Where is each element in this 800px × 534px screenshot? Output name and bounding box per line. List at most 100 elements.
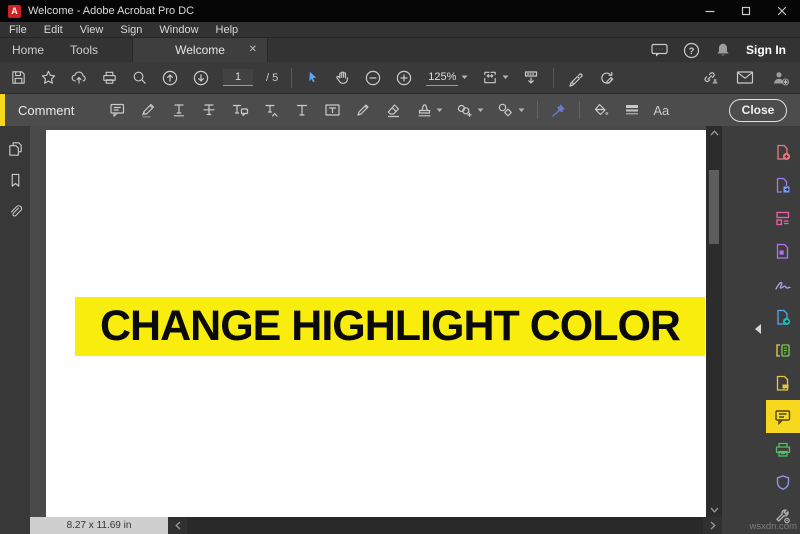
page-scrolling-icon[interactable] xyxy=(522,69,540,87)
attachment-dropdown[interactable] xyxy=(455,101,484,119)
left-navigation-rail xyxy=(0,126,30,534)
horizontal-scroll-track[interactable] xyxy=(187,517,703,534)
tab-home[interactable]: Home xyxy=(12,43,44,57)
vertical-scrollbar[interactable] xyxy=(706,126,722,517)
page-count-label: / 5 xyxy=(266,72,278,84)
fill-sign-pen-icon[interactable] xyxy=(567,69,585,87)
menu-view[interactable]: View xyxy=(80,24,104,36)
zoom-in-icon[interactable] xyxy=(395,69,413,87)
menu-file[interactable]: File xyxy=(9,24,27,36)
scan-ocr-icon xyxy=(773,341,793,361)
page-thumbnails-icon[interactable] xyxy=(7,140,24,158)
menu-help[interactable]: Help xyxy=(216,24,239,36)
tool-export-pdf[interactable] xyxy=(766,169,800,202)
chevron-down-icon xyxy=(502,75,509,80)
chevron-down-icon xyxy=(518,108,525,113)
maximize-button[interactable] xyxy=(728,0,764,22)
page-number-input[interactable]: 1 xyxy=(223,69,253,86)
sign-in-button[interactable]: Sign In xyxy=(746,43,786,57)
organize-pages-icon xyxy=(773,209,793,229)
scroll-right-icon[interactable] xyxy=(703,517,722,534)
watermark-text: wsxdn.com xyxy=(749,521,797,532)
separator xyxy=(579,101,580,119)
attachments-paperclip-icon[interactable] xyxy=(7,203,23,220)
highlight-text-icon[interactable] xyxy=(139,101,158,119)
hand-tool-icon[interactable] xyxy=(334,69,351,86)
feedback-bubble-icon[interactable] xyxy=(651,43,668,58)
next-page-icon[interactable] xyxy=(192,69,210,87)
drawing-shapes-dropdown[interactable] xyxy=(496,101,525,119)
acrobat-logo-icon: A xyxy=(8,5,21,18)
underline-text-icon[interactable] xyxy=(170,101,188,119)
tool-fill-sign[interactable] xyxy=(766,268,800,301)
add-text-comment-icon[interactable] xyxy=(293,101,311,119)
help-icon[interactable]: ? xyxy=(683,42,700,59)
text-box-icon[interactable] xyxy=(323,101,342,119)
right-tools-panel: wsxdn.com xyxy=(722,126,800,534)
menu-sign[interactable]: Sign xyxy=(120,24,142,36)
replace-text-icon[interactable] xyxy=(230,101,250,119)
text-properties-button[interactable]: Aa xyxy=(653,103,669,118)
menu-bar: File Edit View Sign Window Help xyxy=(0,22,800,38)
highlight-annotation[interactable]: CHANGE HIGHLIGHT COLOR xyxy=(75,297,705,356)
separator xyxy=(291,68,292,88)
main-toolbar: 1 / 5 125% xyxy=(0,62,800,94)
insert-text-icon[interactable] xyxy=(262,101,281,119)
tool-print-production[interactable] xyxy=(766,433,800,466)
close-tab-icon[interactable]: ✕ xyxy=(249,44,257,55)
tab-welcome-document[interactable]: Welcome ✕ xyxy=(132,38,268,62)
acrobat-window: A Welcome - Adobe Acrobat Pro DC File Ed… xyxy=(0,0,800,534)
fill-color-icon[interactable] xyxy=(592,101,611,119)
add-user-icon[interactable] xyxy=(771,69,790,87)
bookmarks-icon[interactable] xyxy=(8,172,23,189)
send-and-track-icon[interactable] xyxy=(598,69,617,87)
separator xyxy=(553,68,554,88)
highlighted-text: CHANGE HIGHLIGHT COLOR xyxy=(100,302,680,351)
edit-pdf-icon xyxy=(773,242,793,262)
horizontal-scrollbar[interactable]: 8.27 x 11.69 in xyxy=(30,517,722,534)
tool-protect[interactable] xyxy=(766,466,800,499)
stamp-dropdown[interactable] xyxy=(415,101,443,119)
scroll-down-icon[interactable] xyxy=(706,503,722,517)
tool-send-for-comments[interactable] xyxy=(766,367,800,400)
keep-tool-pin-icon[interactable] xyxy=(550,102,567,119)
strikethrough-text-icon[interactable] xyxy=(200,101,218,119)
minimize-button[interactable] xyxy=(692,0,728,22)
eraser-icon[interactable] xyxy=(384,101,403,119)
line-thickness-icon[interactable] xyxy=(623,101,641,119)
scroll-up-icon[interactable] xyxy=(706,126,722,140)
pdf-page[interactable]: CHANGE HIGHLIGHT COLOR xyxy=(46,130,706,517)
star-favorites-icon[interactable] xyxy=(40,69,57,86)
select-tool-icon[interactable] xyxy=(305,69,321,86)
tool-edit-pdf[interactable] xyxy=(766,235,800,268)
zoom-level-dropdown[interactable]: 125% xyxy=(426,70,468,86)
sticky-note-icon[interactable] xyxy=(108,101,127,119)
menu-edit[interactable]: Edit xyxy=(44,24,63,36)
comment-toolbar-title: Comment xyxy=(18,103,74,118)
close-comment-button[interactable]: Close xyxy=(729,99,787,122)
share-link-icon[interactable] xyxy=(700,69,719,86)
expand-right-panel-icon[interactable] xyxy=(755,324,761,334)
close-window-button[interactable] xyxy=(764,0,800,22)
print-icon[interactable] xyxy=(101,69,118,86)
search-icon[interactable] xyxy=(131,69,148,86)
email-icon[interactable] xyxy=(736,70,754,85)
draw-pencil-icon[interactable] xyxy=(354,101,372,119)
protect-shield-icon xyxy=(773,473,793,493)
zoom-out-icon[interactable] xyxy=(364,69,382,87)
tool-comment-selected[interactable] xyxy=(766,400,800,433)
scroll-left-icon[interactable] xyxy=(168,517,187,534)
save-icon[interactable] xyxy=(10,69,27,86)
share-cloud-icon[interactable] xyxy=(70,69,88,86)
tool-send-for-review[interactable] xyxy=(766,301,800,334)
notifications-bell-icon[interactable] xyxy=(715,42,731,58)
menu-window[interactable]: Window xyxy=(159,24,198,36)
separator xyxy=(537,101,538,119)
tool-scan-ocr[interactable] xyxy=(766,334,800,367)
tool-organize-pages[interactable] xyxy=(766,202,800,235)
fit-page-dropdown[interactable] xyxy=(481,69,509,86)
previous-page-icon[interactable] xyxy=(161,69,179,87)
tab-tools[interactable]: Tools xyxy=(70,43,98,57)
vertical-scroll-thumb[interactable] xyxy=(709,170,719,244)
tool-create-pdf[interactable] xyxy=(766,136,800,169)
